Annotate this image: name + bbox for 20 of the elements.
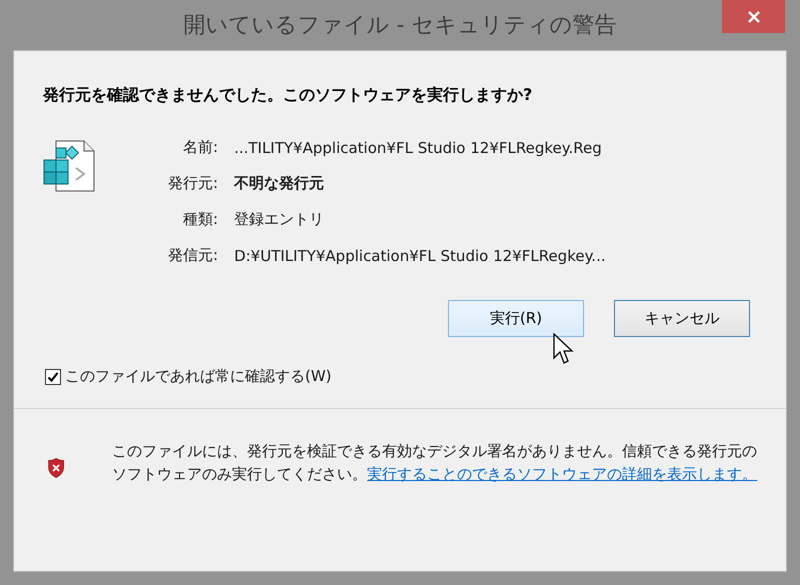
checkbox-label: このファイルであれば常に確認する(W) [65, 367, 332, 386]
field-value: D:¥UTILITY¥Application¥FL Studio 12¥FLRegkey... [234, 246, 606, 264]
close-button[interactable] [722, 0, 785, 33]
field-label: 発信元: [168, 246, 218, 265]
close-icon [746, 10, 760, 24]
mouse-cursor-icon [553, 333, 575, 367]
checkmark-icon [47, 370, 59, 382]
field-label: 名前: [182, 138, 218, 157]
field-value: ...TILITY¥Application¥FL Studio 12¥FLRegkey.Reg [234, 138, 603, 156]
field-label: 発行元: [168, 174, 218, 193]
field-value: 不明な発行元 [234, 174, 326, 193]
checkbox[interactable] [45, 368, 61, 384]
details-link[interactable]: 実行することのできるソフトウェアの詳細を表示します。 [367, 465, 758, 483]
field-value: 登録エントリ [234, 210, 326, 229]
field-label: 種類: [182, 210, 218, 229]
warning-message: このファイルには、発行元を検証できる有効なデジタル署名がありません。信頼できる発行元のソフトウェアのみ実行してください。実行することのできるソフトウェアの詳細を表示します。 [112, 441, 758, 485]
cancel-button[interactable]: キャンセル [614, 300, 750, 337]
window-title: 開いているファイル - セキュリティの警告 [184, 12, 616, 40]
run-button[interactable]: 実行(R) [448, 300, 584, 337]
warning-question: 発行元を確認できませんでした。このソフトウェアを実行しますか? [43, 85, 534, 106]
